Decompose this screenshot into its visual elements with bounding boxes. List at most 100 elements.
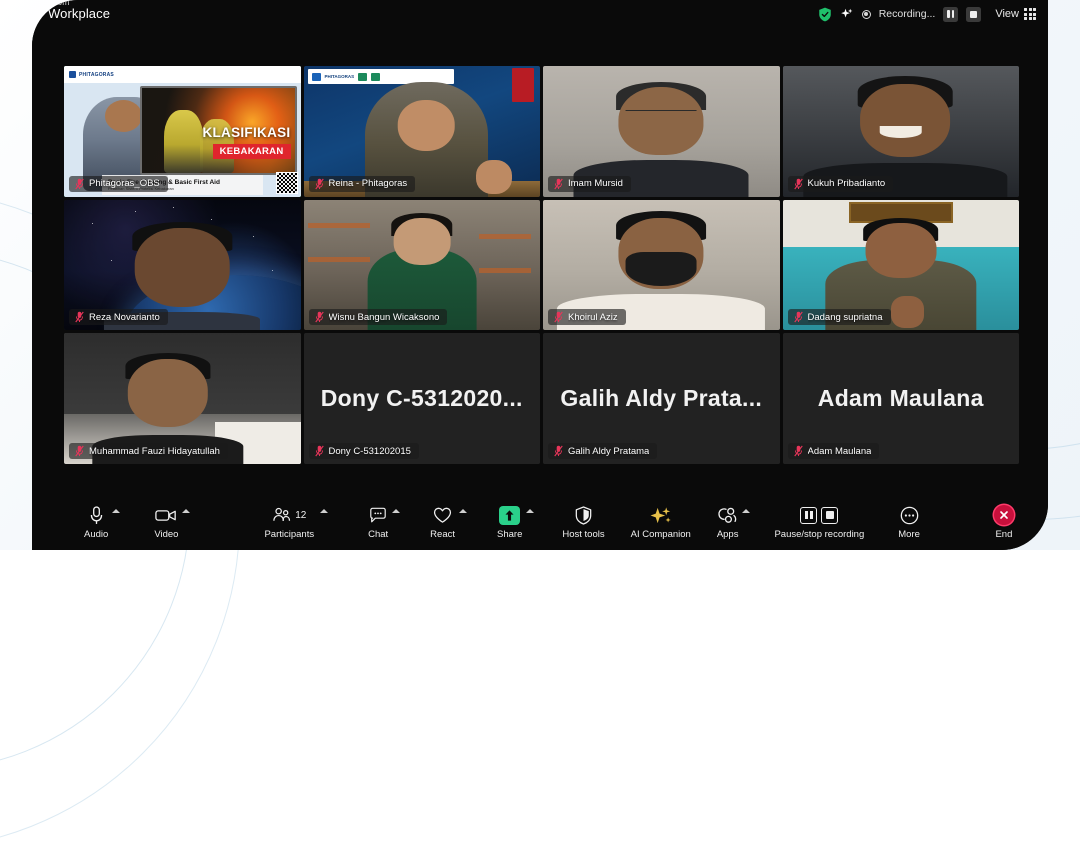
- chat-bubble-icon: [369, 506, 387, 525]
- event-banner-brand: PHITAGORAS: [325, 74, 355, 79]
- react-chevron-up-icon[interactable]: [459, 509, 467, 513]
- participant-name: Phitagoras_OBS: [89, 178, 160, 189]
- apps-chevron-up-icon[interactable]: [742, 509, 750, 513]
- react-label: React: [430, 529, 455, 540]
- react-button[interactable]: React: [430, 495, 455, 550]
- meeting-controls-toolbar: Audio Video 12: [32, 495, 1048, 550]
- participant-name: Reza Novarianto: [89, 312, 160, 323]
- recording-indicator-icon: [862, 10, 871, 19]
- ai-companion-button[interactable]: AI Companion: [631, 495, 691, 550]
- view-button-label: View: [995, 8, 1019, 20]
- slide-subtitle: KEBAKARAN: [213, 144, 291, 159]
- shelf-rack: [308, 257, 369, 262]
- video-label: Video: [154, 529, 178, 540]
- pause-stop-recording-label: Pause/stop recording: [774, 529, 864, 540]
- video-button[interactable]: Video: [154, 495, 178, 550]
- qr-code-image: [276, 172, 298, 194]
- participant-name-badge: Wisnu Bangun Wicaksono: [309, 309, 448, 325]
- shelf-rack: [308, 223, 369, 228]
- participants-button[interactable]: 12 Participants: [264, 495, 314, 550]
- microphone-icon: [89, 506, 104, 525]
- participant-name: Reina - Phitagoras: [329, 178, 408, 189]
- muted-mic-icon: [75, 445, 84, 457]
- share-button[interactable]: Share: [497, 495, 522, 550]
- muted-mic-icon: [794, 445, 803, 457]
- participant-face: [398, 100, 455, 151]
- participant-tile-muhammad-fauzi-hidayatullah[interactable]: Muhammad Fauzi Hidayatullah: [64, 333, 301, 464]
- participant-tile-dadang-supriatna[interactable]: Dadang supriatna: [783, 200, 1020, 331]
- participant-tile-khoirul-aziz[interactable]: Khoirul Aziz: [543, 200, 780, 331]
- shelf-rack: [479, 234, 531, 239]
- muted-mic-icon: [794, 311, 803, 323]
- participant-tile-imam-mursid[interactable]: Imam Mursid: [543, 66, 780, 197]
- firefighter-figure: [164, 110, 204, 173]
- participant-name-badge: Dadang supriatna: [788, 309, 891, 325]
- participant-smile: [879, 126, 922, 138]
- participant-tile-wisnu-bangun-wicaksono[interactable]: Wisnu Bangun Wicaksono: [304, 200, 541, 331]
- participant-display-name: Adam Maulana: [810, 385, 992, 412]
- chat-chevron-up-icon[interactable]: [392, 509, 400, 513]
- share-screen-icon: [499, 506, 520, 525]
- rollup-banner: [512, 68, 534, 102]
- shield-encryption-icon[interactable]: [818, 7, 832, 22]
- participant-tile-reza-novarianto[interactable]: Reza Novarianto: [64, 200, 301, 331]
- more-ellipsis-icon: [900, 506, 919, 525]
- participant-tile-adam-maulana[interactable]: Adam Maulana Adam Maulana: [783, 333, 1020, 464]
- video-chevron-up-icon[interactable]: [182, 509, 190, 513]
- participant-tile-kukuh-pribadianto[interactable]: Kukuh Pribadianto: [783, 66, 1020, 197]
- participants-icon-group: 12: [272, 506, 306, 525]
- pause-stop-recording-icon: [800, 506, 838, 525]
- participant-face: [865, 223, 936, 278]
- share-label: Share: [497, 529, 522, 540]
- host-tools-button[interactable]: Host tools: [562, 495, 604, 550]
- shield-host-tools-icon: [575, 506, 592, 525]
- recording-status-label: Recording...: [879, 8, 936, 20]
- participant-face: [861, 84, 951, 157]
- view-button[interactable]: View: [995, 8, 1036, 20]
- end-call-icon: [994, 506, 1014, 525]
- participant-name: Kukuh Pribadianto: [808, 178, 886, 189]
- audio-chevron-up-icon[interactable]: [112, 509, 120, 513]
- zoom-workplace-logo: zoom Workplace: [48, 0, 110, 21]
- participant-name: Khoirul Aziz: [568, 312, 618, 323]
- participant-name: Dony C-531202015: [329, 446, 411, 457]
- participant-grid: PHITAGORAS KLASIFIKASI KEBAKARAN Basic F…: [64, 66, 1019, 464]
- participant-display-name: Galih Aldy Prata...: [552, 385, 770, 412]
- participant-name-badge: Reza Novarianto: [69, 309, 168, 325]
- participants-count: 12: [295, 510, 306, 521]
- slide-title: KLASIFIKASI: [202, 125, 290, 140]
- participant-name: Muhammad Fauzi Hidayatullah: [89, 446, 220, 457]
- participant-face: [619, 87, 704, 155]
- zoom-meeting-window: zoom Workplace Recording...: [32, 0, 1048, 550]
- participant-display-name: Dony C-5312020...: [313, 385, 531, 412]
- pause-stop-recording-button[interactable]: Pause/stop recording: [774, 495, 864, 550]
- share-chevron-up-icon[interactable]: [526, 509, 534, 513]
- participant-glasses: [626, 110, 697, 119]
- participant-tile-galih-aldy-pratama[interactable]: Galih Aldy Prata... Galih Aldy Pratama: [543, 333, 780, 464]
- chat-button[interactable]: Chat: [368, 495, 388, 550]
- ai-companion-sparkle-icon: [650, 506, 671, 525]
- stop-recording-icon[interactable]: [966, 7, 981, 22]
- apps-button[interactable]: Apps: [717, 495, 739, 550]
- participant-tile-phitagoras-obs[interactable]: PHITAGORAS KLASIFIKASI KEBAKARAN Basic F…: [64, 66, 301, 197]
- ai-companion-sparkle-icon[interactable]: [840, 7, 854, 21]
- thumbs-up-hand: [891, 296, 924, 327]
- participant-face: [135, 228, 230, 306]
- ai-companion-label: AI Companion: [631, 529, 691, 540]
- end-call-button[interactable]: End: [994, 495, 1014, 550]
- participants-chevron-up-icon[interactable]: [320, 509, 328, 513]
- audio-button[interactable]: Audio: [84, 495, 108, 550]
- participant-name: Dadang supriatna: [808, 312, 883, 323]
- face-mask: [626, 252, 697, 286]
- end-call-label: End: [995, 529, 1012, 540]
- participant-tile-dony[interactable]: Dony C-5312020... Dony C-531202015: [304, 333, 541, 464]
- camera-icon: [155, 506, 177, 525]
- more-label: More: [898, 529, 920, 540]
- pause-recording-icon[interactable]: [943, 7, 958, 22]
- slide-banner-brand: PHITAGORAS: [79, 72, 114, 78]
- participant-tile-reina-phitagoras[interactable]: PHITAGORAS: [304, 66, 541, 197]
- more-button[interactable]: More: [898, 495, 920, 550]
- apps-label: Apps: [717, 529, 739, 540]
- shelf-rack: [479, 268, 531, 273]
- participant-name: Wisnu Bangun Wicaksono: [329, 312, 440, 323]
